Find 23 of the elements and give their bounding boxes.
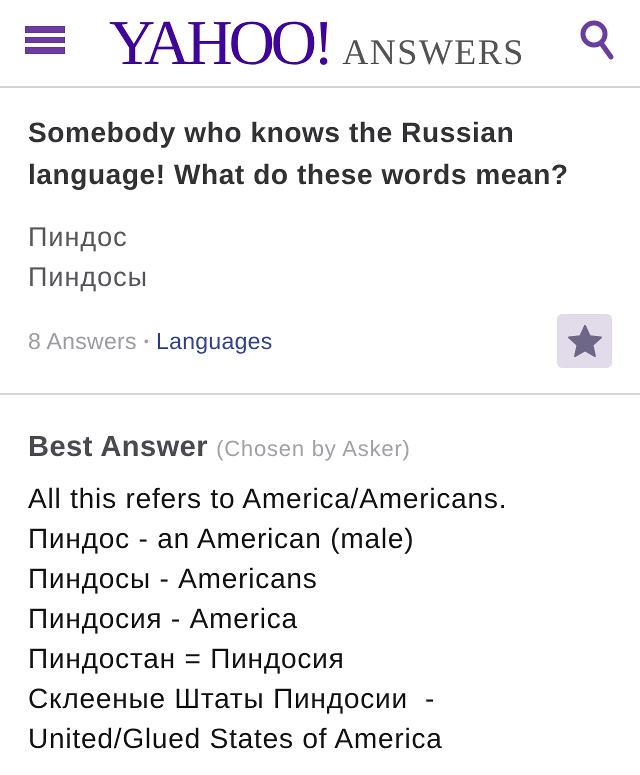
answer-text: Пиндосия - America xyxy=(28,602,299,636)
search-icon xyxy=(580,20,614,60)
chosen-note: (Chosen by Asker) xyxy=(216,435,411,463)
logo: YAHOO! xyxy=(109,8,330,78)
answer-text: Пиндос - an American (male) xyxy=(28,522,416,556)
answer-text: Склееные Штаты Пиндосии - xyxy=(28,682,436,716)
answer-text: Пиндостан = Пиндосия xyxy=(28,642,346,676)
separator-dot: • xyxy=(144,333,150,349)
star-icon xyxy=(566,324,602,358)
product-name: ANSWERS xyxy=(342,31,525,73)
answer-text: All this refers to America/Americans. xyxy=(28,482,508,516)
answer-text: Пиндосы - Americans xyxy=(28,562,319,596)
answer-text: United/Glued States of America xyxy=(28,722,444,756)
search-button[interactable] xyxy=(580,20,614,60)
save-star-button[interactable] xyxy=(557,314,612,368)
answer-count: 8 Answers xyxy=(28,328,137,354)
best-answer-heading: Best Answer xyxy=(28,430,208,465)
question-text: Пиндосы xyxy=(28,261,150,294)
question-title: Somebody who knows the Russian language! What do these words mean? xyxy=(28,116,570,192)
menu-button[interactable] xyxy=(25,26,65,54)
category-link[interactable]: Languages xyxy=(156,328,273,354)
menu-icon xyxy=(25,26,65,54)
question-text: Пиндос xyxy=(28,221,129,254)
